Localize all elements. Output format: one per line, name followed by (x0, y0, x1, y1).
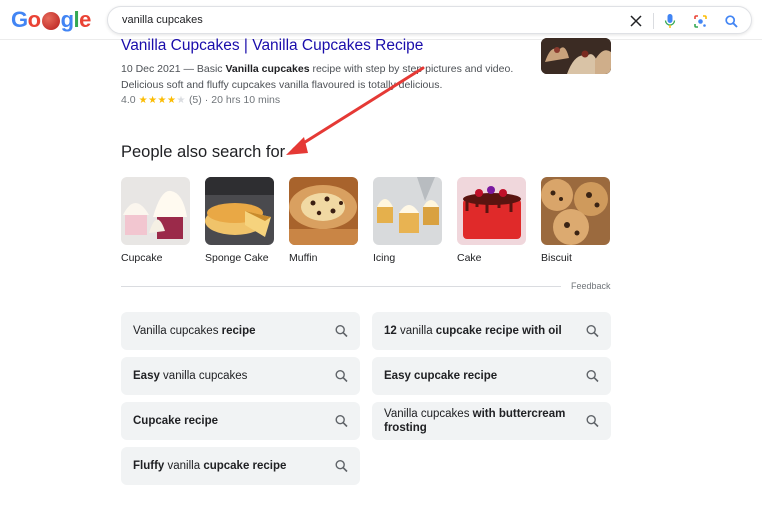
microphone-icon[interactable] (660, 11, 680, 31)
section-divider (121, 286, 561, 287)
pasf-label: Cake (457, 252, 482, 264)
related-search-text: Cupcake recipe (133, 415, 219, 427)
search-icon (586, 414, 599, 428)
search-icon (586, 324, 599, 338)
biscuit-image (541, 177, 610, 245)
related-search-text: Fluffy vanilla cupcake recipe (133, 460, 287, 472)
related-search-chip[interactable]: Cupcake recipe (121, 402, 360, 440)
related-search-chip[interactable]: Vanilla cupcakes with buttercream frosti… (372, 402, 611, 440)
search-icon (335, 324, 348, 338)
search-input[interactable]: vanilla cupcakes (122, 14, 203, 26)
result-rating: 4.0 ★★★★★ (5) · 20 hrs 10 mins (121, 94, 281, 106)
search-icon (335, 369, 348, 383)
pasf-label: Muffin (289, 252, 318, 264)
sponge-cake-image (205, 177, 274, 245)
related-search-chip[interactable]: 12 vanilla cupcake recipe with oil (372, 312, 611, 350)
pasf-label: Icing (373, 252, 396, 264)
search-header: Gogle vanilla cupcakes (0, 0, 762, 40)
review-count: (5) (188, 94, 202, 106)
muffin-image (289, 177, 358, 245)
result-thumbnail[interactable] (541, 38, 611, 74)
cupcake-image (121, 177, 190, 245)
cake-image (457, 177, 526, 245)
rating-value: 4.0 (121, 94, 136, 106)
clear-icon[interactable] (626, 11, 646, 31)
search-icon[interactable] (721, 11, 741, 31)
related-search-chip[interactable]: Easy vanilla cupcakes (121, 357, 360, 395)
result-title-link[interactable]: Vanilla Cupcakes | Vanilla Cupcakes Reci… (121, 37, 423, 55)
google-logo[interactable]: Gogle (11, 7, 91, 33)
search-icon (335, 414, 348, 428)
icing-image (373, 177, 442, 245)
lens-icon[interactable] (690, 11, 710, 31)
related-search-chip[interactable]: Vanilla cupcakes recipe (121, 312, 360, 350)
result-snippet: 10 Dec 2021 — Basic Vanilla cupcakes rec… (121, 63, 514, 91)
related-search-text: 12 vanilla cupcake recipe with oil (384, 325, 562, 337)
related-search-text: Easy cupcake recipe (384, 370, 498, 382)
pasf-label: Sponge Cake (205, 252, 269, 264)
people-also-search-heading: People also search for (121, 143, 286, 161)
feedback-link[interactable]: Feedback (571, 281, 611, 291)
pasf-card-icing[interactable]: Icing (373, 177, 442, 264)
pasf-card-muffin[interactable]: Muffin (289, 177, 358, 264)
cook-duration: 20 hrs 10 mins (211, 94, 281, 106)
related-search-text: Easy vanilla cupcakes (133, 370, 248, 382)
pasf-label: Biscuit (541, 252, 572, 264)
related-search-text: Vanilla cupcakes recipe (133, 325, 256, 337)
pasf-card-biscuit[interactable]: Biscuit (541, 177, 610, 264)
pasf-label: Cupcake (121, 252, 163, 264)
related-search-text: Vanilla cupcakes with buttercream frosti… (384, 408, 566, 434)
cupcake-ball-icon (41, 12, 60, 30)
pasf-card-cupcake[interactable]: Cupcake (121, 177, 190, 264)
search-box[interactable]: vanilla cupcakes (107, 6, 752, 34)
pasf-card-cake[interactable]: Cake (457, 177, 526, 264)
people-also-search-carousel: Cupcake Sponge Cake Muffin Icing Cake Bi… (121, 177, 610, 264)
pasf-card-sponge-cake[interactable]: Sponge Cake (205, 177, 274, 264)
related-search-chip[interactable]: Easy cupcake recipe (372, 357, 611, 395)
search-icon (586, 369, 599, 383)
rating-stars: ★★★★★ (138, 94, 186, 106)
related-search-chip[interactable]: Fluffy vanilla cupcake recipe (121, 447, 360, 485)
search-divider (653, 13, 654, 29)
search-icon (335, 459, 348, 473)
